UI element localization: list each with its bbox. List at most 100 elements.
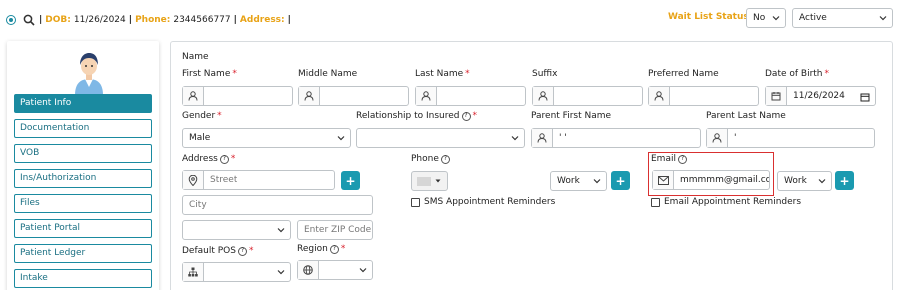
user-icon — [299, 87, 320, 105]
preferred-name-input[interactable] — [648, 86, 759, 106]
chevron-down-icon — [337, 136, 345, 141]
help-icon[interactable]: ? — [219, 154, 229, 164]
section-title-name: Name — [182, 52, 209, 62]
suffix-label: Suffix — [532, 69, 557, 79]
chevron-down-icon — [879, 16, 887, 21]
chevron-down-icon — [818, 179, 826, 184]
label-text: Parent Last Name — [706, 111, 786, 121]
region-select[interactable] — [297, 260, 373, 280]
checkbox-box[interactable] — [651, 197, 660, 207]
help-icon[interactable]: ? — [237, 246, 247, 256]
sidebar-item-patient-info[interactable]: Patient Info — [14, 94, 152, 113]
default-pos-select[interactable] — [182, 262, 291, 282]
suffix-input[interactable] — [532, 86, 643, 106]
email-type-value: Work — [784, 176, 807, 186]
email-value: mmmmm@gmail.co — [680, 175, 769, 185]
zip-input[interactable]: Enter ZIP Code f — [297, 220, 373, 240]
sidebar-item-ins-authorization[interactable]: Ins/Authorization — [14, 169, 152, 188]
label-text: Last Name — [415, 69, 464, 79]
chevron-down-icon — [772, 16, 780, 21]
help-icon[interactable]: ? — [329, 244, 339, 254]
state-select[interactable] — [182, 220, 291, 240]
label-text: Suffix — [532, 69, 558, 79]
email-input[interactable]: mmmmm@gmail.co — [652, 170, 770, 190]
section-title-text: Name — [182, 52, 209, 62]
add-phone-button[interactable]: + — [611, 171, 630, 190]
help-icon[interactable]: ? — [440, 154, 450, 164]
checkbox-box[interactable] — [411, 197, 420, 207]
waitlist-status-value: No — [753, 13, 766, 23]
label-text: Middle Name — [298, 69, 358, 79]
default-pos-label: Default POS? * — [182, 246, 253, 256]
sms-reminder-checkbox[interactable]: SMS Appointment Reminders — [411, 197, 555, 207]
middle-name-input[interactable] — [298, 86, 409, 106]
email-type-select[interactable]: Work — [777, 171, 832, 191]
city-placeholder: City — [189, 200, 207, 210]
waitlist-status-select[interactable]: No — [746, 8, 786, 28]
sidebar-item-patient-portal[interactable]: Patient Portal — [14, 219, 152, 238]
user-icon — [183, 87, 204, 105]
user-icon — [532, 129, 553, 147]
waitlist-status-label: Wait List Status: — [668, 12, 753, 22]
gender-select[interactable]: Male — [182, 128, 351, 148]
separator: | — [39, 15, 43, 25]
gender-value: Male — [189, 133, 211, 143]
address-field-label: Address? * — [182, 154, 235, 164]
sidebar-item-files[interactable]: Files — [14, 194, 152, 213]
last-name-input[interactable] — [415, 86, 526, 106]
label-text: Date of Birth — [765, 69, 823, 79]
relationship-select[interactable] — [356, 128, 525, 148]
patient-header-bar: | DOB: 11/26/2024 | Phone: 2344566777 | … — [0, 0, 904, 40]
radio-indicator-icon[interactable] — [6, 15, 16, 25]
sidebar-item-intake[interactable]: Intake — [14, 269, 152, 288]
sidebar-item-vob[interactable]: VOB — [14, 144, 152, 163]
help-icon[interactable]: ? — [461, 111, 471, 121]
gender-label: Gender * — [182, 111, 222, 121]
required-mark: * — [248, 246, 254, 256]
chevron-down-icon — [277, 270, 285, 275]
region-label: Region? * — [297, 244, 345, 254]
email-reminder-checkbox[interactable]: Email Appointment Reminders — [651, 197, 801, 207]
label-text: Region — [297, 244, 328, 254]
patient-avatar — [69, 47, 109, 95]
calendar-picker-icon[interactable] — [860, 92, 870, 102]
add-address-button[interactable]: + — [341, 171, 360, 190]
chevron-down-icon — [593, 179, 601, 184]
label-text: Gender — [182, 111, 216, 121]
city-input[interactable]: City — [182, 195, 373, 215]
relationship-label: Relationship to Insured? * — [356, 111, 477, 121]
first-name-input[interactable] — [182, 86, 293, 106]
label-text: Preferred Name — [648, 69, 719, 79]
chevron-down-icon — [511, 136, 519, 141]
required-mark: * — [217, 111, 222, 121]
calendar-icon — [766, 87, 787, 105]
zip-placeholder: Enter ZIP Code f — [304, 225, 372, 235]
search-icon[interactable] — [22, 13, 36, 27]
add-email-button[interactable]: + — [835, 171, 854, 190]
email-reminder-label: Email Appointment Reminders — [664, 197, 802, 207]
parent-last-name-input[interactable]: ' — [706, 128, 875, 148]
patient-sidebar: Patient Info Documentation VOB Ins/Autho… — [7, 41, 159, 290]
required-mark: * — [230, 154, 236, 164]
last-name-label: Last Name * — [415, 69, 470, 79]
separator: | — [287, 15, 291, 25]
separator: | — [233, 15, 237, 25]
label-text: Default POS — [182, 246, 236, 256]
dob-input[interactable]: 11/26/2024 — [765, 86, 876, 106]
dob-input-value: 11/26/2024 — [793, 91, 845, 101]
label-text: Relationship to Insured — [356, 111, 460, 121]
parent-first-name-input[interactable]: ' ' — [531, 128, 701, 148]
country-code-select[interactable] — [411, 171, 448, 191]
country-flag-icon — [417, 176, 431, 186]
sidebar-item-documentation[interactable]: Documentation — [14, 119, 152, 138]
sidebar-item-patient-ledger[interactable]: Patient Ledger — [14, 244, 152, 263]
parent-first-name-label: Parent First Name — [531, 111, 611, 121]
street-input[interactable]: Street — [182, 170, 335, 190]
phone-type-select[interactable]: Work — [550, 171, 607, 191]
dob-label: DOB: — [45, 15, 71, 25]
dob-field-label: Date of Birth * — [765, 69, 829, 79]
patient-status-select[interactable]: Active — [792, 8, 893, 28]
caret-down-icon — [435, 179, 441, 183]
phone-type-value: Work — [557, 176, 580, 186]
patient-status-value: Active — [799, 13, 827, 23]
